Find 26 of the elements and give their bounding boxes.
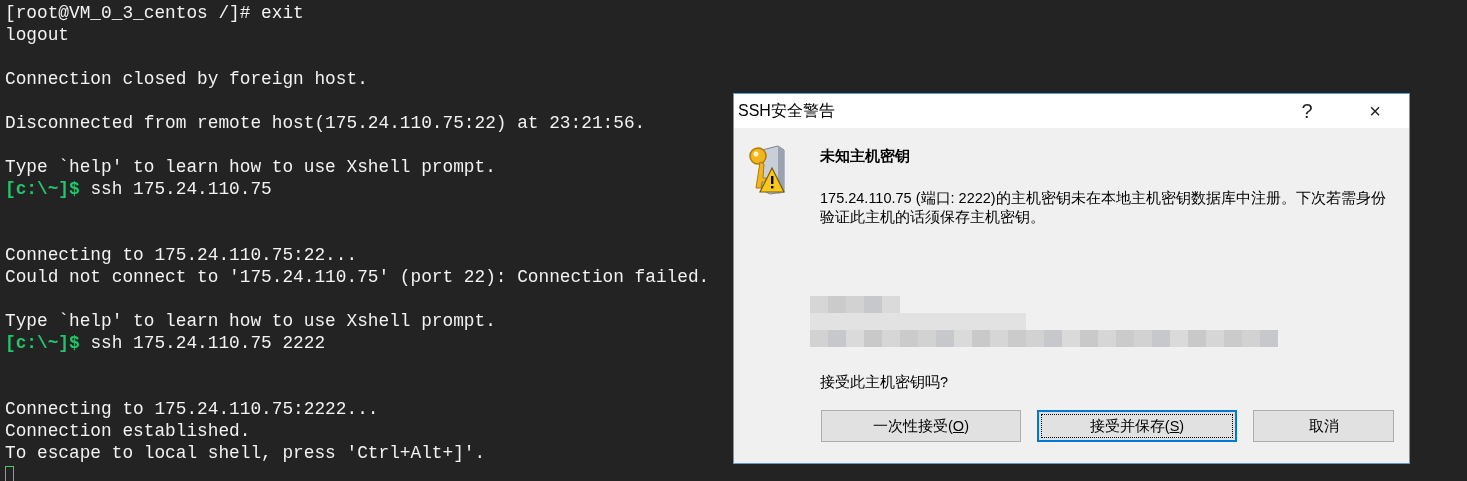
dialog-message: 175.24.110.75 (端口: 2222)的主机密钥未在本地主机密钥数据库中注册。下次若需身份验证此主机的话须保存主机密钥。: [820, 189, 1387, 227]
terminal-line: Connecting to 175.24.110.75:22...: [5, 244, 358, 266]
terminal-line: Disconnected from remote host(175.24.110.75:22) at 23:21:56.: [5, 112, 646, 134]
close-button[interactable]: ×: [1341, 94, 1409, 128]
terminal-line: To escape to local shell, press 'Ctrl+Alt+]'.: [5, 442, 486, 464]
dialog-button[interactable]: 一次性接受(O): [821, 410, 1021, 442]
dialog-button[interactable]: 取消: [1253, 410, 1394, 442]
terminal-line: Connection established.: [5, 420, 251, 442]
dialog-button[interactable]: 接受并保存(S): [1037, 410, 1237, 442]
terminal-line: Type `help' to learn how to use Xshell prompt.: [5, 156, 496, 178]
shell-prompt: [c:\~]$: [5, 178, 80, 200]
terminal-line: Type `help' to learn how to use Xshell prompt.: [5, 310, 496, 332]
terminal-line: Could not connect to '175.24.110.75' (port 22): Connection failed.: [5, 266, 710, 288]
terminal-line: logout: [5, 24, 70, 46]
help-button[interactable]: ?: [1273, 94, 1341, 128]
dialog-question: 接受此主机密钥吗?: [820, 373, 950, 392]
terminal-line: Connection closed by foreign host.: [5, 68, 368, 90]
dialog-title: SSH安全警告: [738, 100, 836, 121]
text-cursor: [5, 466, 14, 481]
key-warning-icon: [748, 144, 786, 196]
shell-prompt: [c:\~]$: [5, 332, 80, 354]
terminal-line: [root@VM_0_3_centos /]# exit: [5, 2, 304, 24]
dialog-heading: 未知主机密钥: [820, 147, 911, 166]
terminal-line: Connecting to 175.24.110.75:2222...: [5, 398, 379, 420]
terminal-command: ssh 175.24.110.75: [90, 178, 272, 200]
terminal-command: ssh 175.24.110.75 2222: [90, 332, 326, 354]
